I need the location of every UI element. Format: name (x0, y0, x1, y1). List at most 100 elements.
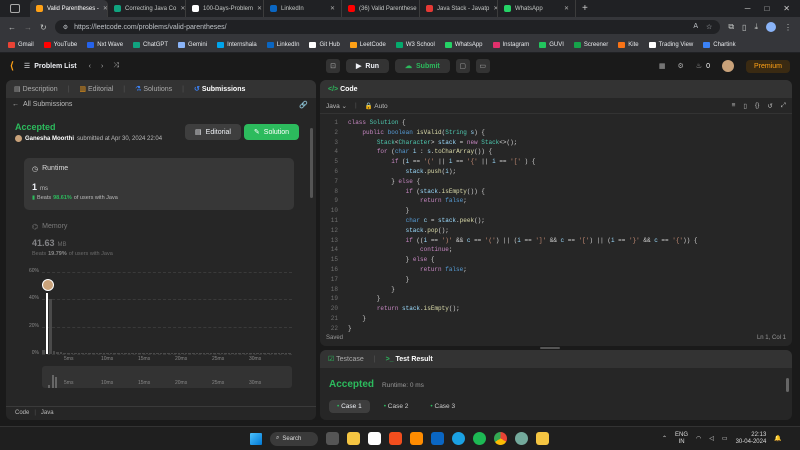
chart-bar[interactable] (177, 353, 181, 354)
bookmark-item[interactable]: W3 School (395, 41, 435, 48)
chart-bar[interactable] (124, 353, 127, 354)
comment-icon[interactable]: ▭ (475, 59, 490, 73)
chart-bar[interactable] (63, 352, 66, 354)
streak-icon[interactable]: ♨ (696, 62, 702, 70)
chart-bar[interactable] (84, 353, 88, 354)
bookmark-item[interactable]: Git Hub (309, 41, 340, 48)
chart-bar[interactable] (142, 353, 145, 354)
chart-bar[interactable] (159, 353, 163, 354)
browser-tab[interactable]: LinkedIn ✕ (264, 0, 342, 17)
auto-toggle[interactable]: 🔒 Auto (365, 102, 388, 110)
settings-icon[interactable]: ⚙ (678, 62, 684, 70)
language-indicator-1[interactable]: ENG (675, 432, 688, 439)
problem-list-link[interactable]: Problem List (34, 63, 76, 70)
language-indicator-2[interactable]: IN (675, 439, 688, 446)
chart-bar[interactable] (49, 299, 52, 354)
chart-bar[interactable] (209, 353, 213, 354)
tab-description[interactable]: ▤ Description (14, 85, 58, 93)
bookmark-item[interactable]: Kite (618, 41, 639, 48)
chart-bar[interactable] (99, 353, 102, 354)
chart-bar[interactable] (227, 353, 231, 354)
code-editor[interactable]: 1 class Solution {2 public boolean isVali… (320, 118, 792, 332)
chart-bar[interactable] (256, 353, 259, 354)
bookmark-item[interactable]: Nxt Wave (87, 41, 123, 48)
run-button[interactable]: ▶ Run (346, 59, 389, 73)
browser-tab[interactable]: Java Stack - Javatp ✕ (420, 0, 498, 17)
site-info-icon[interactable]: ⚙ (63, 24, 68, 31)
memory-card[interactable]: ⌬ Memory 41.63 MB Beats 19.79% of users w… (24, 218, 294, 262)
bookmark-item[interactable]: LeetCode (349, 41, 386, 48)
tab-close-icon[interactable]: ✕ (257, 5, 262, 12)
nxtwave-app-icon[interactable] (368, 432, 381, 445)
chart-bar[interactable] (284, 353, 288, 354)
bookmark-item[interactable]: Instagram (492, 41, 529, 48)
submit-button[interactable]: ☁ Submit (395, 59, 450, 73)
next-problem-icon[interactable]: › (101, 63, 103, 70)
bookmark-item[interactable]: Gemini (178, 41, 207, 48)
notes-icon[interactable]: ▢ (455, 59, 470, 73)
chart-bar[interactable] (74, 352, 77, 354)
user-avatar[interactable] (15, 135, 22, 142)
chart-bar[interactable] (117, 353, 120, 354)
chart-bar[interactable] (77, 353, 81, 354)
linkedin-app-icon[interactable] (431, 432, 444, 445)
chart-bar[interactable] (277, 353, 281, 354)
browser-tab[interactable]: 100-Days-Problem ✕ (186, 0, 264, 17)
runtime-card[interactable]: ◷ Runtime 1 ms ▮ Beats 98.61% of users wi… (24, 158, 294, 210)
file-manager-icon[interactable] (536, 432, 549, 445)
chart-bar[interactable] (242, 353, 245, 354)
sidebar-icon[interactable]: ▯ (742, 23, 746, 32)
task-view-icon[interactable] (326, 432, 339, 445)
file-explorer-icon[interactable] (347, 432, 360, 445)
bookmark-item[interactable]: LinkedIn (266, 41, 299, 48)
chart-bar[interactable] (245, 353, 249, 354)
bookmark-item[interactable]: Gmail (8, 41, 34, 48)
chart-bar[interactable] (274, 353, 277, 354)
chart-bar[interactable] (59, 352, 63, 354)
chart-bar[interactable] (92, 353, 95, 354)
editorial-button[interactable]: ▤ Editorial (185, 124, 241, 140)
left-scrollbar[interactable] (310, 128, 313, 198)
chart-bar[interactable] (106, 353, 109, 354)
chart-bar[interactable] (152, 353, 156, 354)
chart-bar[interactable] (174, 353, 177, 354)
chart-bar[interactable] (109, 353, 113, 354)
chart-bar[interactable] (163, 353, 166, 354)
format-icon[interactable]: ≡ (732, 102, 736, 110)
braces-icon[interactable]: {} (755, 102, 759, 110)
chart-bar[interactable] (149, 353, 152, 354)
case-2-tab[interactable]: • Case 2 (376, 400, 417, 413)
browser-tab[interactable]: (36) Valid Parenthese✕ (342, 0, 420, 17)
prev-problem-icon[interactable]: ‹ (89, 63, 91, 70)
edge-icon[interactable] (452, 432, 465, 445)
address-bar[interactable]: ⚙ https://leetcode.com/problems/valid-pa… (54, 20, 721, 34)
chart-bar[interactable] (102, 353, 106, 354)
chart-bar[interactable] (67, 352, 70, 354)
chart-bar[interactable] (224, 353, 227, 354)
chart-bar[interactable] (288, 353, 291, 354)
chart-bar[interactable] (231, 353, 234, 354)
chart-bar[interactable] (192, 353, 195, 354)
chart-bar[interactable] (113, 353, 116, 354)
premium-button[interactable]: Premium (745, 59, 790, 73)
bookmark-item[interactable]: Internshala (217, 41, 257, 48)
chart-bar[interactable] (217, 353, 220, 354)
maximize-icon[interactable]: □ (764, 4, 769, 13)
chart-bar[interactable] (270, 353, 274, 354)
chart-bar[interactable] (52, 351, 56, 354)
bookmark-star-icon[interactable]: ☆ (706, 23, 712, 31)
tab-submissions[interactable]: ↺ Submissions (194, 85, 245, 93)
browser-tab[interactable]: Valid Parentheses - ✕ (30, 0, 108, 17)
chart-bar[interactable] (195, 353, 199, 354)
chart-bar[interactable] (138, 353, 141, 354)
chart-bar[interactable] (206, 353, 209, 354)
chart-bar[interactable] (267, 353, 270, 354)
chart-bar[interactable] (252, 353, 256, 354)
user-name[interactable]: Ganesha Moorthi (25, 136, 74, 142)
chart-bar[interactable] (95, 353, 99, 354)
chart-bar[interactable] (81, 353, 84, 354)
chart-bar[interactable] (199, 353, 202, 354)
bookmark-item[interactable]: ChatGPT (133, 41, 168, 48)
profile-icon[interactable] (766, 22, 776, 32)
chart-bar[interactable] (127, 353, 131, 354)
